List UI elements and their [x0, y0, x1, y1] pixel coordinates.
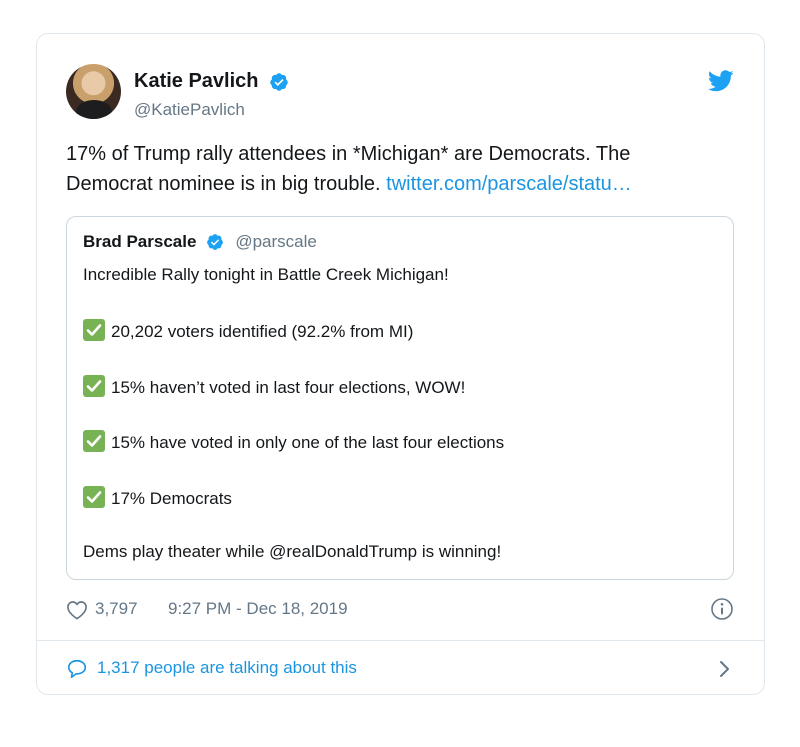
divider [37, 640, 764, 641]
quoted-tweet[interactable]: Brad Parscale @parscale Incredible Rally… [66, 216, 734, 580]
quoted-list-item: 15% have voted in only one of the last f… [83, 430, 504, 453]
tweet-card: Katie Pavlich @KatiePavlich 17% of Trump… [36, 33, 765, 695]
quoted-list-item: 17% Democrats [83, 486, 232, 509]
white-check-mark-icon [83, 486, 105, 508]
tweet-text: 17% of Trump rally attendees in *Michiga… [66, 139, 746, 199]
quoted-list-item-text: 15% haven’t voted in last four elections… [111, 378, 466, 397]
quoted-tweet-header: Brad Parscale @parscale [83, 232, 317, 256]
author-avatar[interactable] [66, 64, 121, 119]
tweet-text-line1: 17% of Trump rally attendees in *Michiga… [66, 143, 631, 165]
tweet-text-line2: Democrat nominee is in big trouble. [66, 173, 387, 195]
quoted-list-item-text: 15% have voted in only one of the last f… [111, 433, 505, 452]
tweet-timestamp[interactable]: 9:27 PM - Dec 18, 2019 [168, 599, 348, 619]
quoted-outro: Dems play theater while @realDonaldTrump… [83, 542, 502, 561]
tweet-link[interactable]: twitter.com/parscale/statu… [386, 173, 632, 195]
quoted-list-item: 20,202 voters identified (92.2% from MI) [83, 319, 413, 342]
white-check-mark-icon [83, 430, 105, 452]
quoted-intro: Incredible Rally tonight in Battle Creek… [83, 265, 449, 284]
tweet-header: Katie Pavlich @KatiePavlich [66, 64, 734, 120]
author-name[interactable]: Katie Pavlich [134, 70, 259, 93]
info-icon[interactable] [710, 597, 734, 621]
conversation-link[interactable]: 1,317 people are talking about this [66, 654, 734, 684]
like-count[interactable]: 3,797 [95, 599, 138, 619]
quoted-author-name[interactable]: Brad Parscale [83, 232, 196, 252]
verified-badge-icon [206, 234, 223, 250]
author-handle[interactable]: @KatiePavlich [134, 100, 245, 120]
talking-count-link[interactable]: 1,317 people are talking about this [97, 658, 357, 678]
quoted-author-handle[interactable]: @parscale [235, 232, 317, 252]
chevron-right-icon[interactable] [718, 658, 732, 680]
heart-icon[interactable] [66, 600, 88, 620]
quoted-list-item-text: 17% Democrats [111, 489, 232, 508]
quoted-list-item: 15% haven’t voted in last four elections… [83, 375, 465, 398]
quoted-list-item-text: 20,202 voters identified (92.2% from MI) [111, 322, 414, 341]
tweet-meta: 3,797 9:27 PM - Dec 18, 2019 [66, 597, 734, 623]
twitter-bird-icon[interactable] [708, 70, 734, 92]
white-check-mark-icon [83, 375, 105, 397]
verified-badge-icon [270, 72, 288, 91]
speech-bubble-icon [67, 659, 87, 679]
white-check-mark-icon [83, 319, 105, 341]
author-name-row: Katie Pavlich [134, 70, 289, 93]
